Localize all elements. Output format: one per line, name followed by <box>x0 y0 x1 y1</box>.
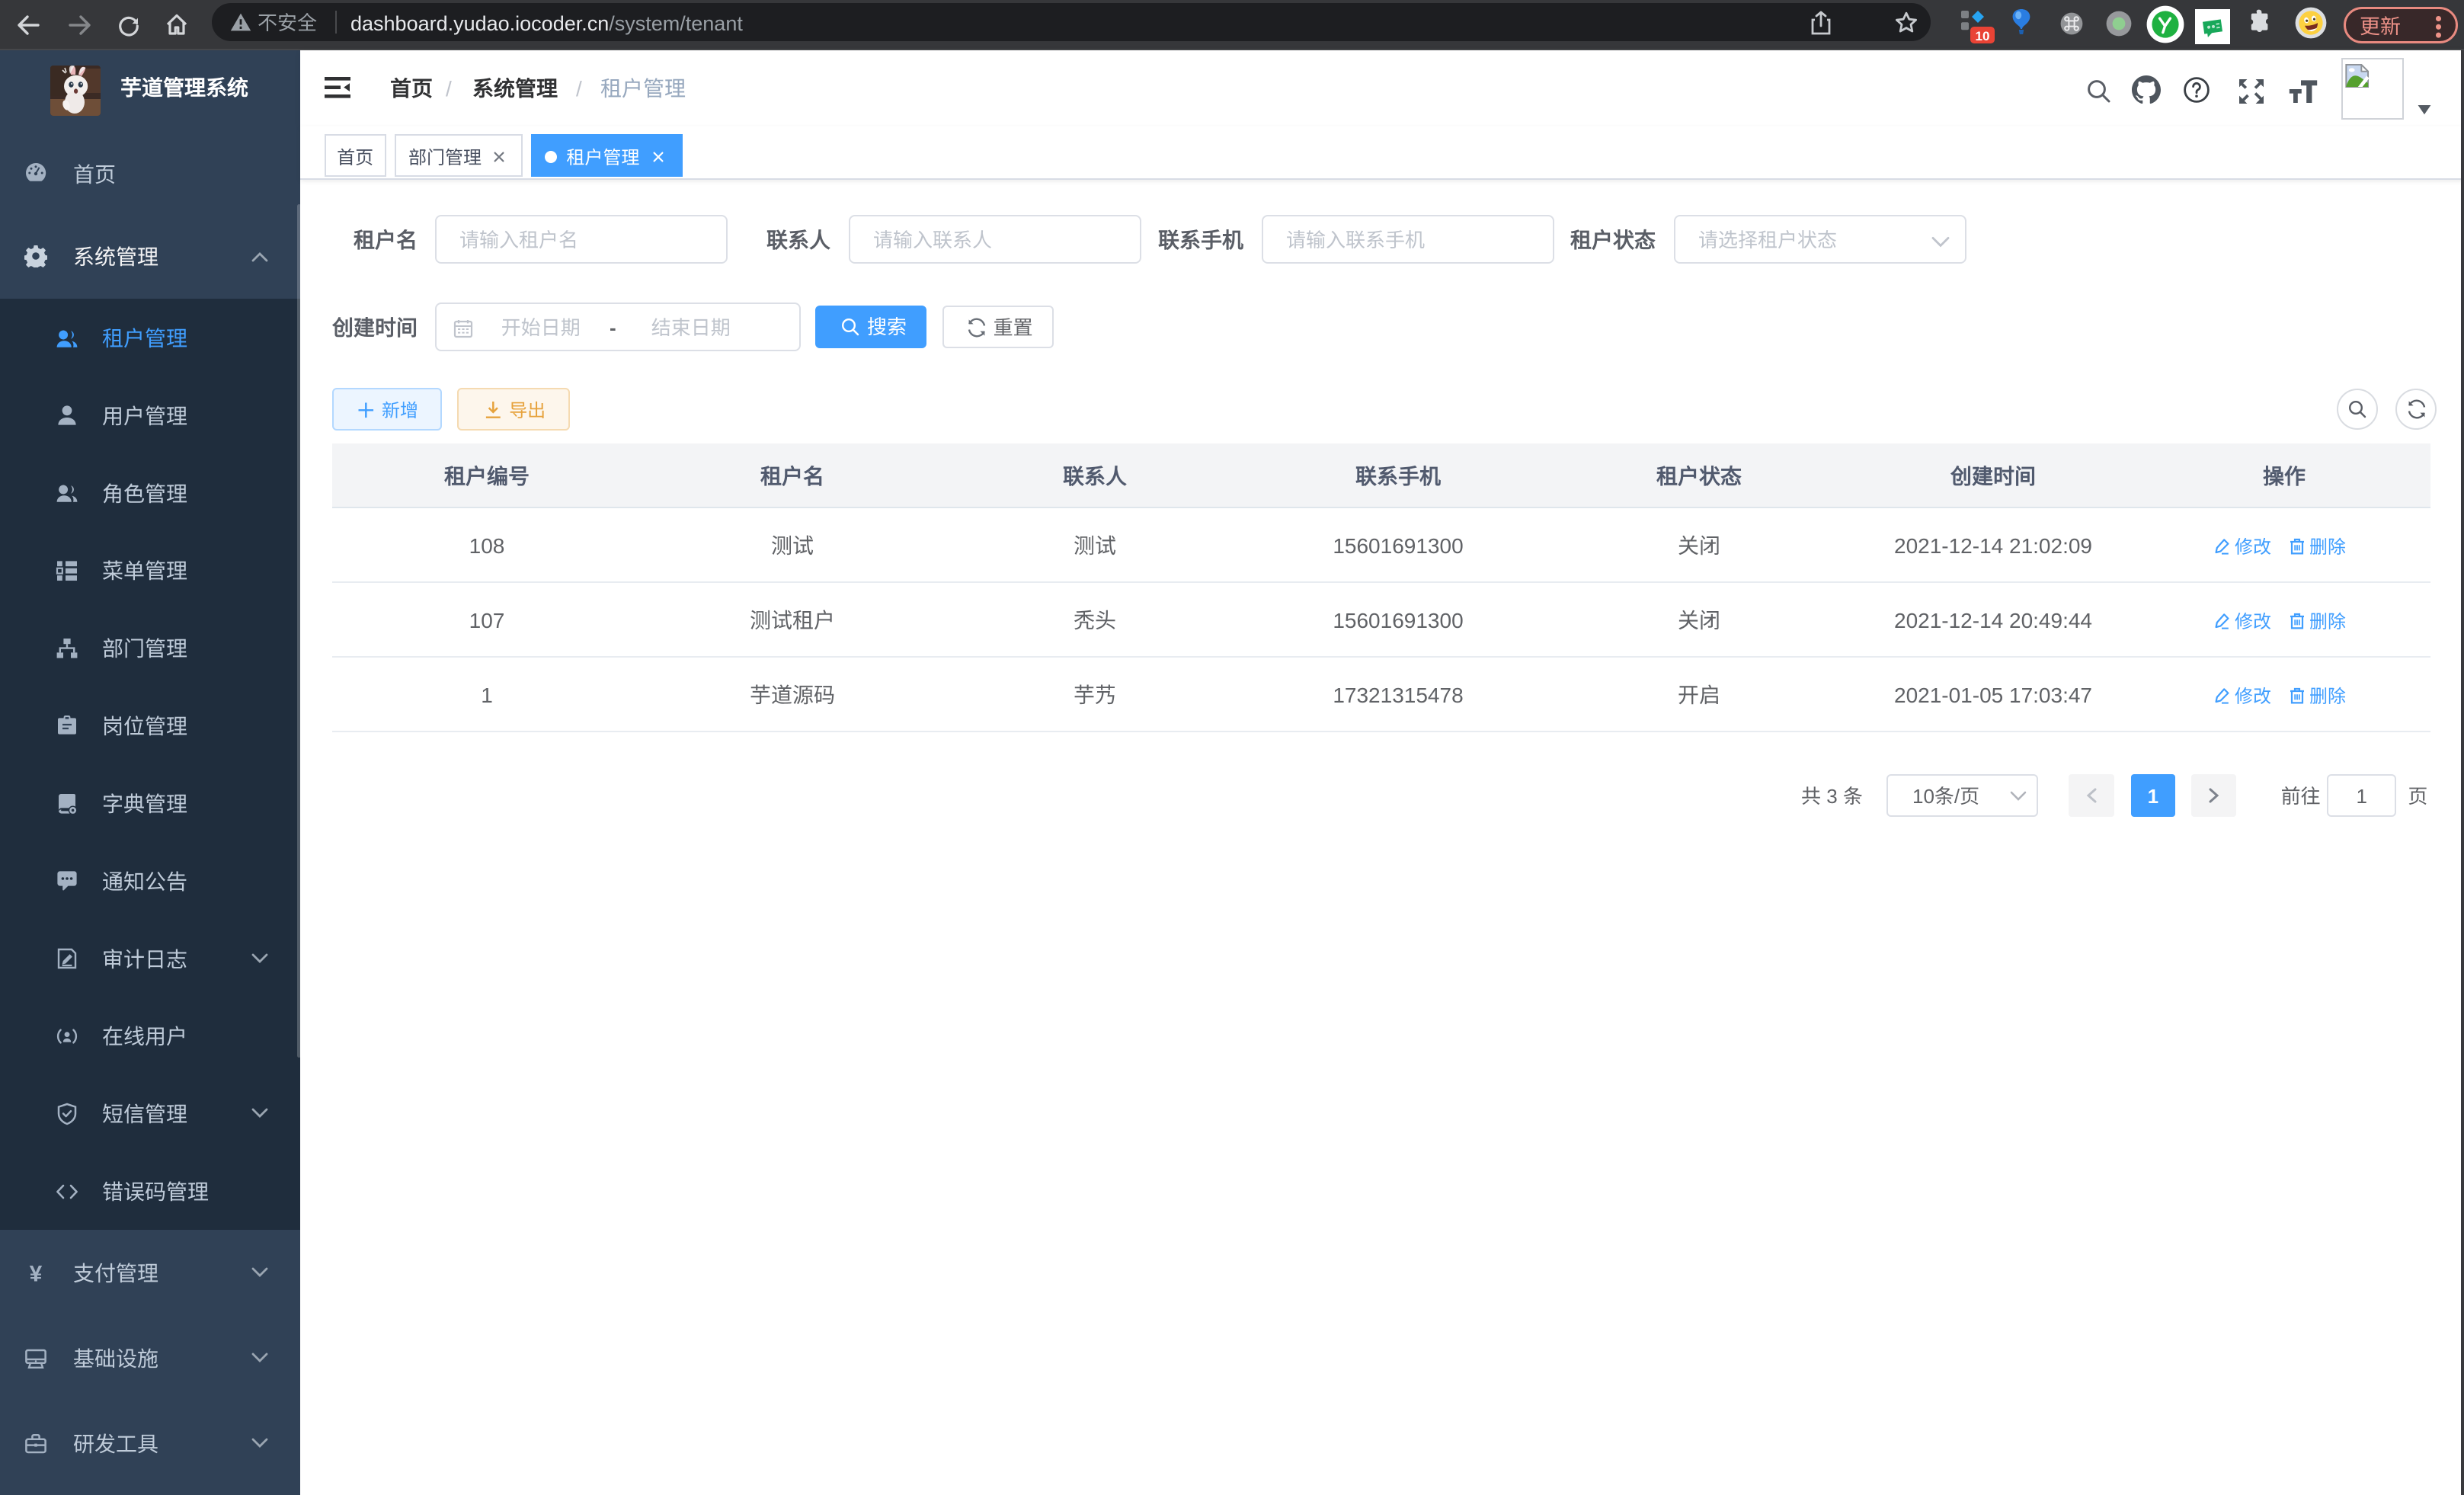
svg-text:¥: ¥ <box>30 1262 43 1285</box>
